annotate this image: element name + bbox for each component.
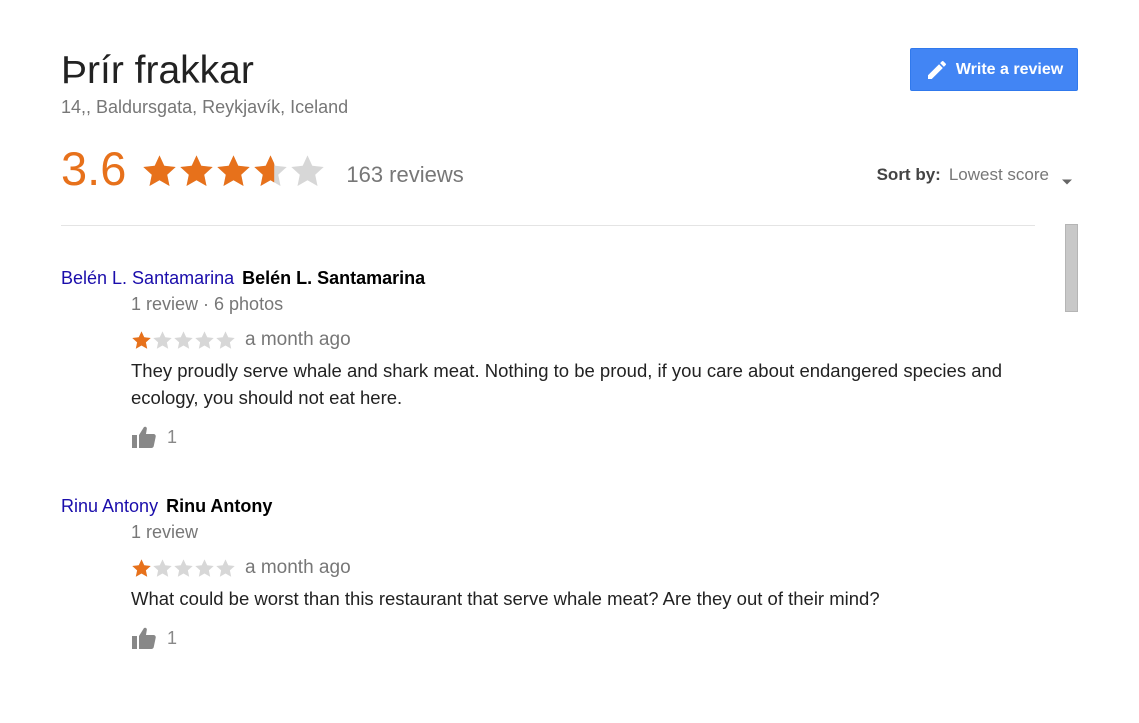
like-count: 1 <box>167 627 178 648</box>
star-filled-icon <box>143 154 177 186</box>
thumbs-up-icon[interactable] <box>131 626 157 650</box>
caret-down-icon <box>1061 171 1073 185</box>
write-review-label: Write a review <box>955 60 1064 78</box>
star-empty-icon <box>195 330 214 349</box>
reviewer-meta: 1 review <box>131 522 199 542</box>
star-filled-icon <box>132 558 151 577</box>
review-stars <box>131 330 236 351</box>
reviewer-meta: 1 review · 6 photos <box>131 294 284 314</box>
star-empty-icon <box>195 558 214 577</box>
star-empty-icon <box>153 330 172 349</box>
header-divider <box>61 225 1035 226</box>
star-filled-icon <box>217 154 251 186</box>
like-count: 1 <box>167 426 178 447</box>
reviewer-name: Belén L. Santamarina <box>242 268 426 288</box>
sort-value: Lowest score <box>948 165 1049 184</box>
star-filled-icon <box>132 330 151 349</box>
like-control: 1 <box>131 626 1031 650</box>
reviewer-profile-link[interactable]: Rinu Antony <box>61 496 158 516</box>
scrollbar-thumb[interactable] <box>1065 224 1078 312</box>
review-item: Rinu Antony Rinu Antony 1 review a month … <box>61 495 1031 650</box>
review-item: Belén L. Santamarina Belén L. Santamarina… <box>61 267 1031 449</box>
like-control: 1 <box>131 425 1031 449</box>
sort-label: Sort by: <box>876 165 941 184</box>
star-empty-icon <box>216 330 235 349</box>
star-half-icon <box>254 154 288 186</box>
review-stars <box>131 558 236 579</box>
place-title: Þrír frakkar <box>61 49 254 92</box>
star-filled-icon <box>180 154 214 186</box>
pencil-icon <box>925 58 949 82</box>
star-empty-icon <box>153 558 172 577</box>
review-count: 163 reviews <box>346 162 464 187</box>
star-empty-icon <box>174 330 193 349</box>
reviews-page: Þrír frakkar 14,, Baldursgata, Reykjavík… <box>0 0 1139 723</box>
thumbs-up-icon[interactable] <box>131 425 157 449</box>
write-review-button[interactable]: Write a review <box>910 48 1078 91</box>
star-empty-icon <box>174 558 193 577</box>
sort-dropdown[interactable]: Sort by: Lowest score <box>877 165 1073 185</box>
star-empty-icon <box>216 558 235 577</box>
rating-stars <box>141 153 326 190</box>
reviewer-profile-link[interactable]: Belén L. Santamarina <box>61 268 234 288</box>
reviewer-name: Rinu Antony <box>166 496 273 516</box>
place-address: 14,, Baldursgata, Reykjavík, Iceland <box>61 97 349 117</box>
review-date: a month ago <box>245 557 351 578</box>
review-text: They proudly serve whale and shark meat.… <box>131 360 1003 408</box>
rating-summary: 3.6 163 reviews <box>61 142 464 196</box>
review-date: a month ago <box>245 329 351 350</box>
star-empty-icon <box>291 154 325 186</box>
review-text: What could be worst than this restaurant… <box>131 588 880 609</box>
rating-score: 3.6 <box>61 142 127 195</box>
